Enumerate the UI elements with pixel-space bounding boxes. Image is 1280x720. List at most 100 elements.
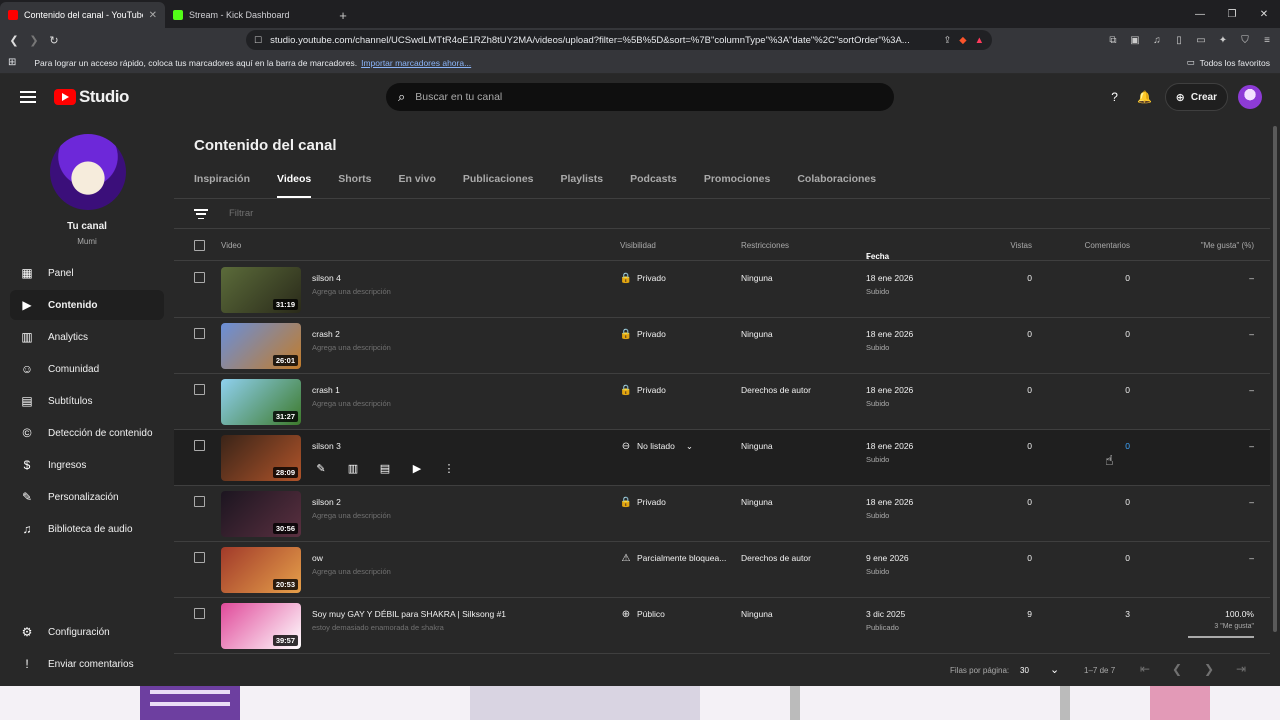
first-page-icon[interactable]: ⇤ <box>1140 662 1150 676</box>
share-icon[interactable]: ⇪ <box>943 35 951 46</box>
comments-cell[interactable]: 3 <box>1084 609 1130 619</box>
maximize-icon[interactable]: ❐ <box>1216 0 1248 28</box>
select-all-checkbox[interactable] <box>194 240 205 251</box>
brave-shield-icon[interactable]: ◆ <box>959 35 966 46</box>
row-checkbox[interactable] <box>194 496 205 507</box>
comments-cell[interactable]: 0 <box>1084 273 1130 283</box>
close-tab-icon[interactable]: ✕ <box>149 10 157 21</box>
tab-playlists[interactable]: Playlists <box>561 173 604 198</box>
browser-tab-youtube-studio[interactable]: Contenido del canal - YouTube Studio ✕ <box>0 2 165 28</box>
sidebar-item-community[interactable]: ☺ Comunidad <box>10 354 164 384</box>
browser-tab-kick[interactable]: Stream - Kick Dashboard <box>165 2 330 28</box>
prev-page-icon[interactable]: ❮ <box>1172 662 1182 676</box>
minimize-icon[interactable]: — <box>1184 0 1216 28</box>
video-thumbnail[interactable]: 26:01 <box>221 323 301 369</box>
tab-en-vivo[interactable]: En vivo <box>399 173 436 198</box>
reload-icon[interactable]: ↻ <box>44 30 64 50</box>
channel-search-input[interactable]: ⌕ Buscar en tu canal <box>386 83 894 111</box>
sidebar-item-dashboard[interactable]: ▦ Panel <box>10 258 164 288</box>
menu-icon[interactable]: ≡ <box>1258 30 1276 50</box>
tab-shorts[interactable]: Shorts <box>338 173 371 198</box>
comments-cell[interactable]: 0 <box>1084 441 1130 451</box>
next-page-icon[interactable]: ❯ <box>1204 662 1214 676</box>
filter-bar[interactable]: Filtrar <box>174 199 1270 229</box>
tab-colaboraciones[interactable]: Colaboraciones <box>797 173 876 198</box>
bookmark-star-icon[interactable]: ☐ <box>254 35 262 46</box>
help-icon[interactable]: ? <box>1105 87 1125 107</box>
create-button[interactable]: ⊕ Crear <box>1164 83 1228 111</box>
sidebar-item-content[interactable]: ▶ Contenido <box>10 290 164 320</box>
sidebar-item-customization[interactable]: ✎ Personalización <box>10 482 164 512</box>
sidebar-item-audio-library[interactable]: ♫ Biblioteca de audio <box>10 514 164 544</box>
comments-cell[interactable]: 0 <box>1084 329 1130 339</box>
video-thumbnail[interactable]: 20:53 <box>221 547 301 593</box>
row-checkbox[interactable] <box>194 440 205 451</box>
comments-cell[interactable]: 0 <box>1084 385 1130 395</box>
video-title[interactable]: Soy muy GAY Y DÉBIL para SHAKRA | Silkso… <box>312 609 506 619</box>
video-title[interactable]: crash 1 <box>312 385 340 395</box>
url-field[interactable]: ☐ studio.youtube.com/channel/UCSwdLMTtR4… <box>246 30 992 50</box>
tab-publicaciones[interactable]: Publicaciones <box>463 173 534 198</box>
import-bookmarks-link[interactable]: Importar marcadores ahora... <box>361 58 471 68</box>
comments-cell[interactable]: 0 <box>1084 553 1130 563</box>
visibility-dropdown-chevron-icon[interactable]: ⌄ <box>686 441 693 452</box>
rows-per-page-chevron-icon[interactable]: ⌄ <box>1050 663 1059 676</box>
video-title[interactable]: crash 2 <box>312 329 340 339</box>
video-thumbnail[interactable]: 30:56 <box>221 491 301 537</box>
edit-pencil-icon[interactable]: ✎ <box>312 460 330 476</box>
extensions-icon[interactable]: ⧉ <box>1104 30 1122 50</box>
sidebar-toggle-icon[interactable]: ▯ <box>1170 30 1188 50</box>
row-checkbox[interactable] <box>194 272 205 283</box>
forward-icon[interactable]: ❯ <box>24 30 44 50</box>
video-title[interactable]: ow <box>312 553 323 563</box>
screenshot-icon[interactable]: ▣ <box>1126 30 1144 50</box>
tab-podcasts[interactable]: Podcasts <box>630 173 677 198</box>
more-options-icon[interactable]: ⋮ <box>440 460 458 476</box>
video-title[interactable]: silson 2 <box>312 497 341 507</box>
last-page-icon[interactable]: ⇥ <box>1236 662 1246 676</box>
sidebar-item-subtitles[interactable]: ▤ Subtítulos <box>10 386 164 416</box>
vpn-icon[interactable]: ⛉ <box>1236 30 1254 50</box>
comments-icon[interactable]: ▤ <box>376 460 394 476</box>
row-checkbox[interactable] <box>194 608 205 619</box>
sidebar-item-copyright[interactable]: © Detección de contenido <box>10 418 164 448</box>
visibility-cell[interactable]: ⊖ No listado ⌄ <box>620 440 693 452</box>
video-thumbnail[interactable]: 28:09 <box>221 435 301 481</box>
menu-hamburger-icon[interactable] <box>18 89 38 105</box>
back-icon[interactable]: ❮ <box>4 30 24 50</box>
wallet-icon[interactable]: ▭ <box>1192 30 1210 50</box>
video-title[interactable]: silson 4 <box>312 273 341 283</box>
sidebar-item-earn[interactable]: $ Ingresos <box>10 450 164 480</box>
row-checkbox[interactable] <box>194 328 205 339</box>
filter-icon[interactable] <box>194 209 208 219</box>
youtube-view-icon[interactable]: ▶ <box>408 460 426 476</box>
analytics-icon[interactable]: ▥ <box>344 460 362 476</box>
tab-inspiraci-n[interactable]: Inspiración <box>194 173 250 198</box>
studio-logo[interactable]: Studio <box>54 87 129 107</box>
tab-videos[interactable]: Videos <box>277 173 312 198</box>
sidebar-item-analytics[interactable]: ▥ Analytics <box>10 322 164 352</box>
video-thumbnail[interactable]: 31:27 <box>221 379 301 425</box>
table-row[interactable]: 20:53 ow Agrega una descripción ⚠ Parcialmen… <box>174 542 1270 598</box>
video-thumbnail[interactable]: 31:19 <box>221 267 301 313</box>
all-favorites-button[interactable]: ▭ Todos los favoritos <box>1187 57 1270 68</box>
row-checkbox[interactable] <box>194 552 205 563</box>
table-row[interactable]: 31:19 silson 4 Agrega una descripción 🔒 Priv… <box>174 262 1270 318</box>
sidebar-item-feedback[interactable]: ! Enviar comentarios <box>10 649 164 679</box>
apps-grid-icon[interactable]: ⊞ <box>8 57 16 68</box>
page-scrollbar[interactable] <box>1270 120 1280 686</box>
table-row[interactable]: 26:01 crash 2 Agrega una descripción 🔒 Priva… <box>174 318 1270 374</box>
video-thumbnail[interactable]: 39:57 <box>221 603 301 649</box>
new-tab-icon[interactable]: + <box>330 2 356 28</box>
tab-promociones[interactable]: Promociones <box>704 173 771 198</box>
table-row[interactable]: 31:27 crash 1 Agrega una descripción 🔒 Priva… <box>174 374 1270 430</box>
media-icon[interactable]: ♫ <box>1148 30 1166 50</box>
account-avatar[interactable] <box>1238 85 1262 109</box>
leo-ai-icon[interactable]: ✦ <box>1214 30 1232 50</box>
close-window-icon[interactable]: ✕ <box>1248 0 1280 28</box>
comments-cell[interactable]: 0 <box>1084 497 1130 507</box>
channel-avatar[interactable] <box>50 134 126 210</box>
brave-rewards-icon[interactable]: ▲ <box>975 35 984 46</box>
sidebar-item-settings[interactable]: ⚙ Configuración <box>10 617 164 647</box>
row-checkbox[interactable] <box>194 384 205 395</box>
